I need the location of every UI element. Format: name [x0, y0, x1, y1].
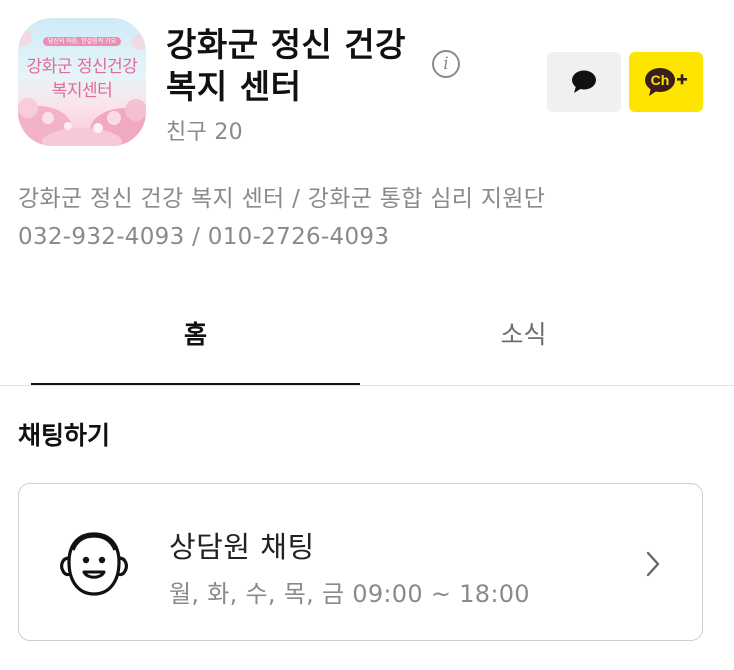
counselor-chat-hours: 월, 화, 수, 목, 금 09:00 ~ 18:00	[169, 580, 530, 608]
profile-logo-line1: 강화군 정신건강	[26, 57, 138, 77]
tab-home[interactable]: 홈	[31, 300, 360, 385]
chat-button[interactable]	[547, 52, 621, 112]
profile-small-label: 당신의 마음, 한걸음씩 가요	[18, 36, 146, 46]
counselor-face-icon	[60, 532, 128, 596]
channel-intro: 강화군 정신 건강 복지 센터 / 강화군 통합 심리 지원단	[18, 186, 546, 212]
counselor-chat-title: 상담원 채팅	[169, 530, 315, 564]
channel-add-icon: Ch	[645, 68, 687, 96]
tab-bar: 홈 소식	[0, 300, 734, 386]
profile-logo-line2: 복지센터	[51, 81, 113, 101]
chat-bubble-icon	[572, 70, 596, 93]
chevron-right-icon	[646, 551, 660, 577]
channel-name: 강화군 정신 건강 복지 센터	[166, 25, 406, 106]
channel-description: 강화군 정신 건강 복지 센터 / 강화군 통합 심리 지원단 032-932-…	[18, 180, 718, 256]
chat-section-title: 채팅하기	[18, 421, 111, 450]
friends-count: 친구 20	[166, 120, 243, 145]
phone-numbers[interactable]: 032-932-4093 / 010-2726-4093	[18, 218, 718, 256]
info-icon[interactable]: i	[432, 50, 460, 78]
tab-news[interactable]: 소식	[359, 300, 688, 385]
channel-add-label: Ch	[651, 72, 670, 88]
counselor-chat-card[interactable]: 상담원 채팅 월, 화, 수, 목, 금 09:00 ~ 18:00	[18, 483, 703, 641]
channel-profile-image[interactable]: 당신의 마음, 한걸음씩 가요 강화군 정신건강 복지센터	[18, 18, 146, 146]
add-channel-button[interactable]: Ch	[629, 52, 703, 112]
